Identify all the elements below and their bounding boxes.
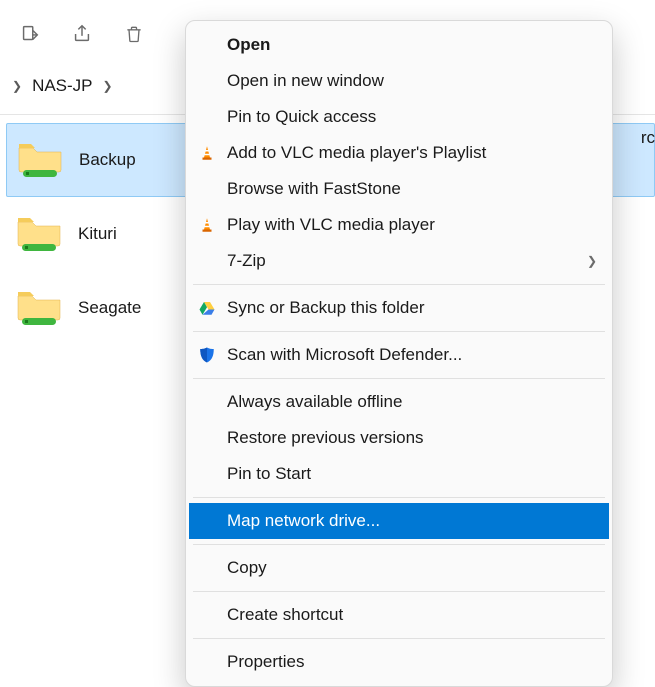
vlc-icon [195, 213, 219, 237]
menu-item-label: Sync or Backup this folder [227, 298, 424, 318]
menu-item[interactable]: Open in new window [189, 63, 609, 99]
menu-item-label: Pin to Start [227, 464, 311, 484]
menu-item[interactable]: Open [189, 27, 609, 63]
menu-item-label: Properties [227, 652, 304, 672]
breadcrumb-current: NAS-JP [32, 76, 92, 96]
menu-separator [193, 497, 605, 498]
menu-item[interactable]: Always available offline [189, 384, 609, 420]
menu-separator [193, 638, 605, 639]
menu-separator [193, 378, 605, 379]
vlc-icon [195, 141, 219, 165]
blank-icon [195, 603, 219, 627]
network-folder-icon [16, 288, 64, 328]
blank-icon [195, 105, 219, 129]
menu-item-label: Always available offline [227, 392, 402, 412]
blank-icon [195, 33, 219, 57]
trash-icon[interactable] [122, 22, 146, 46]
menu-item[interactable]: Browse with FastStone [189, 171, 609, 207]
blank-icon [195, 249, 219, 273]
menu-separator [193, 284, 605, 285]
menu-item-label: Open [227, 35, 270, 55]
menu-item-label: Create shortcut [227, 605, 343, 625]
folder-name: Seagate [78, 298, 141, 318]
chevron-right-icon: ❯ [12, 79, 22, 93]
menu-item-label: 7-Zip [227, 251, 266, 271]
menu-item-label: Browse with FastStone [227, 179, 401, 199]
menu-item[interactable]: Pin to Start [189, 456, 609, 492]
blank-icon [195, 177, 219, 201]
network-folder-icon [16, 214, 64, 254]
folder-name: Kituri [78, 224, 117, 244]
menu-item-label: Copy [227, 558, 267, 578]
menu-item-label: Play with VLC media player [227, 215, 435, 235]
network-folder-icon [17, 140, 65, 180]
menu-item-label: Scan with Microsoft Defender... [227, 345, 462, 365]
menu-item[interactable]: Add to VLC media player's Playlist [189, 135, 609, 171]
chevron-right-icon: ❯ [103, 79, 113, 93]
menu-item[interactable]: Map network drive... [189, 503, 609, 539]
menu-item-label: Pin to Quick access [227, 107, 376, 127]
context-menu: Open Open in new window Pin to Quick acces… [185, 20, 613, 687]
menu-item[interactable]: 7-Zip ❯ [189, 243, 609, 279]
menu-item-label: Open in new window [227, 71, 384, 91]
menu-separator [193, 591, 605, 592]
menu-item[interactable]: Sync or Backup this folder [189, 290, 609, 326]
menu-item[interactable]: Copy [189, 550, 609, 586]
blank-icon [195, 426, 219, 450]
blank-icon [195, 462, 219, 486]
chevron-right-icon: ❯ [587, 254, 597, 268]
menu-item-label: Restore previous versions [227, 428, 424, 448]
cut-icon[interactable] [18, 22, 42, 46]
menu-item[interactable]: Restore previous versions [189, 420, 609, 456]
folder-name: Backup [79, 150, 136, 170]
menu-item[interactable]: Play with VLC media player [189, 207, 609, 243]
blank-icon [195, 69, 219, 93]
menu-separator [193, 544, 605, 545]
menu-item-label: Map network drive... [227, 511, 380, 531]
blank-icon [195, 650, 219, 674]
blank-icon [195, 509, 219, 533]
gdrive-icon [195, 296, 219, 320]
blank-icon [195, 556, 219, 580]
blank-icon [195, 390, 219, 414]
menu-item[interactable]: Scan with Microsoft Defender... [189, 337, 609, 373]
menu-separator [193, 331, 605, 332]
menu-item[interactable]: Pin to Quick access [189, 99, 609, 135]
defender-icon [195, 343, 219, 367]
share-icon[interactable] [70, 22, 94, 46]
menu-item[interactable]: Properties [189, 644, 609, 680]
menu-item-label: Add to VLC media player's Playlist [227, 143, 486, 163]
partial-text: rc [641, 128, 655, 148]
